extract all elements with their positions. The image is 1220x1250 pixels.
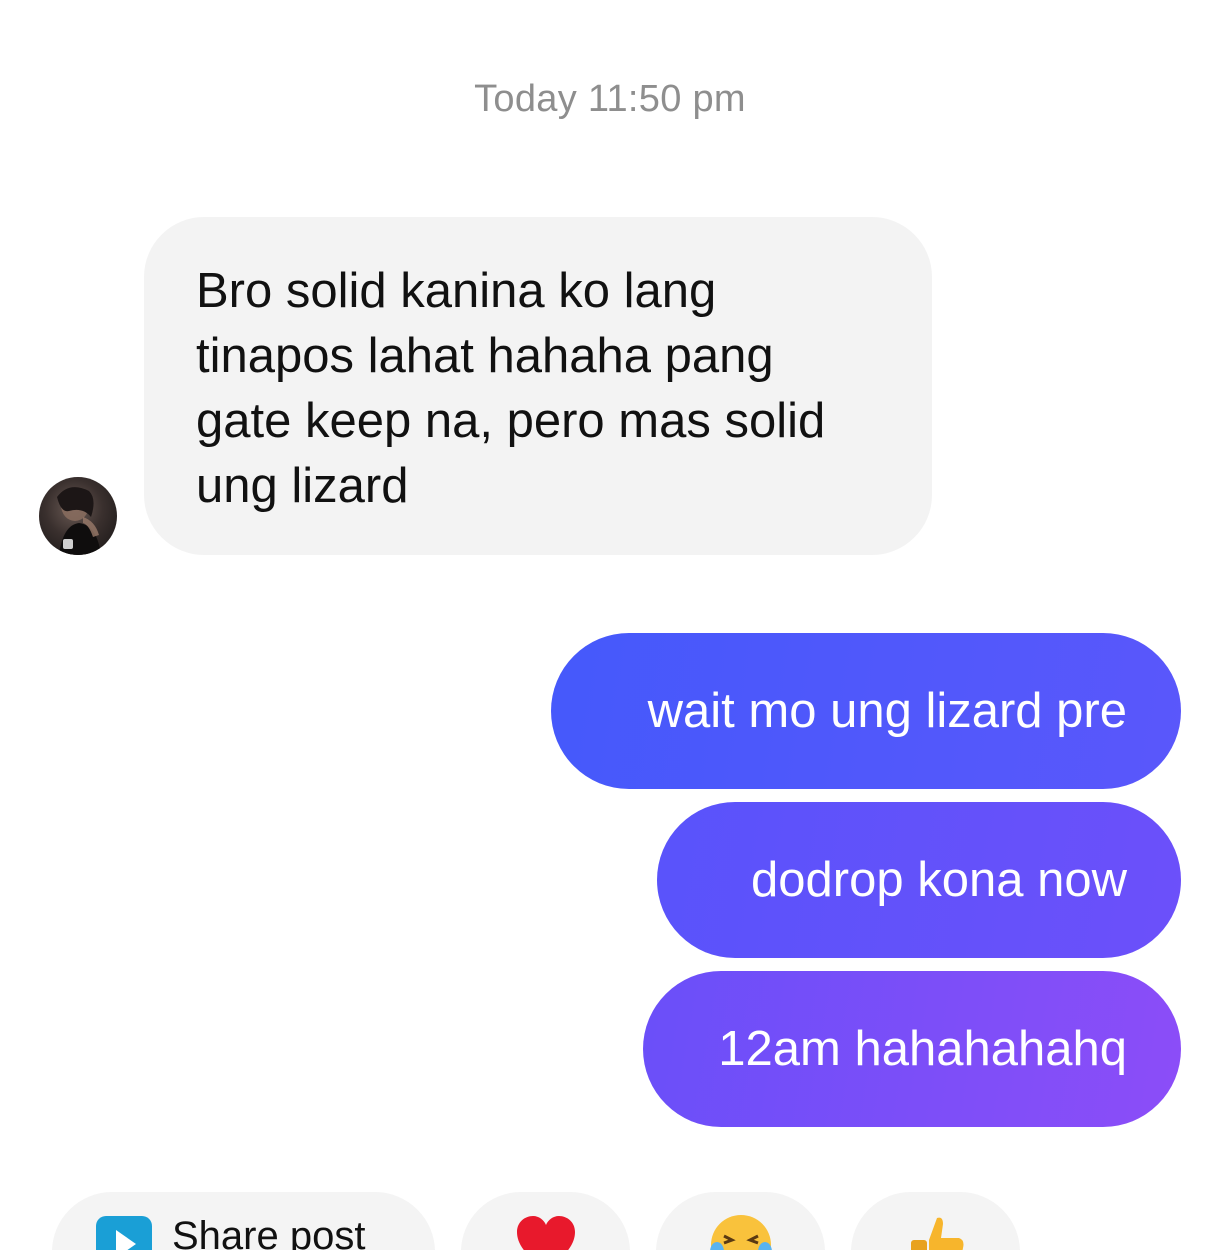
thumbs-up-reaction-button[interactable] bbox=[851, 1192, 1020, 1250]
play-square-icon bbox=[96, 1216, 152, 1250]
outgoing-message[interactable]: dodrop kona now bbox=[657, 802, 1181, 958]
thumbs-up-icon bbox=[910, 1217, 963, 1250]
sender-avatar[interactable] bbox=[39, 477, 117, 555]
outgoing-message[interactable]: wait mo ung lizard pre bbox=[551, 633, 1181, 789]
laughing-tears-icon bbox=[709, 1215, 772, 1250]
avatar-photo bbox=[57, 487, 101, 555]
heart-reaction-button[interactable] bbox=[461, 1192, 630, 1250]
incoming-message[interactable]: Bro solid kanina ko lang tinapos lahat h… bbox=[144, 217, 932, 555]
message-timestamp: Today 11:50 pm bbox=[474, 78, 746, 120]
heart-icon bbox=[516, 1216, 575, 1250]
chat-screen: Today 11:50 pm Bro solid kanina ko lang … bbox=[0, 0, 1220, 1250]
laugh-reaction-button[interactable] bbox=[656, 1192, 825, 1250]
share-post-label: Share post bbox=[172, 1214, 366, 1250]
outgoing-message[interactable]: 12am hahahahahq bbox=[643, 971, 1181, 1127]
share-post-button[interactable]: Share post bbox=[52, 1192, 435, 1250]
